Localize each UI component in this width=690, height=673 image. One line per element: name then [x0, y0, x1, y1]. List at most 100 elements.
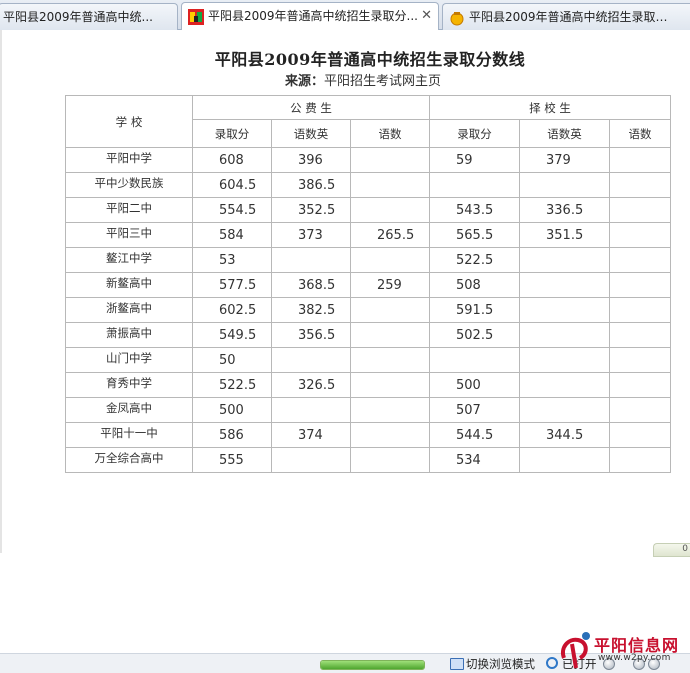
source-label: 来源： — [284, 74, 324, 89]
tab-3-title: 平阳县2009年普通高中统招生录取分... — [469, 10, 672, 24]
page-favicon-icon — [450, 12, 464, 26]
folder-icon — [450, 658, 464, 670]
column-header: 录取分 — [429, 119, 520, 148]
tab-2-active[interactable]: 平阳县2009年普通高中统招生录取分... ✕ — [181, 2, 439, 30]
score-cell — [519, 322, 610, 348]
score-cell — [609, 297, 671, 323]
table-row: 萧振高中 549.5 356.5 502.5 — [65, 322, 671, 348]
score-cell: 351.5 — [519, 222, 610, 248]
score-cell — [350, 297, 430, 323]
score-cell — [350, 347, 430, 373]
score-cell — [271, 347, 351, 373]
tab-3[interactable]: 平阳县2009年普通高中统招生录取分... — [442, 3, 690, 30]
watermark-url: www.w2py.com — [598, 653, 671, 663]
score-cell — [350, 147, 430, 173]
school-header: 学 校 — [65, 95, 193, 148]
score-cell — [350, 197, 430, 223]
score-cell: 577.5 — [192, 272, 272, 298]
score-cell — [519, 247, 610, 273]
score-cell — [271, 247, 351, 273]
score-cell — [519, 447, 610, 473]
table-row: 鳌江中学 53 522.5 — [65, 247, 671, 273]
score-cell — [609, 147, 671, 173]
score-cell: 543.5 — [429, 197, 520, 223]
score-cell — [350, 447, 430, 473]
score-cell: 59 — [429, 147, 520, 173]
page-title: 平阳县2009年普通高中统招生录取分数线 — [214, 50, 526, 69]
group-header-choice: 择 校 生 — [429, 95, 671, 120]
score-cell: 502.5 — [429, 322, 520, 348]
score-cell: 265.5 — [350, 222, 430, 248]
table-row: 浙鳌高中 602.5 382.5 591.5 — [65, 297, 671, 323]
tab-1-title: 平阳县2009年普通高中统... — [3, 10, 153, 24]
score-cell — [609, 197, 671, 223]
tab-1[interactable]: 平阳县2009年普通高中统... — [0, 3, 178, 30]
score-cell: 374 — [271, 422, 351, 448]
browse-mode-toggle[interactable]: 切换浏览模式 — [466, 657, 535, 671]
score-cell: 53 — [192, 247, 272, 273]
score-cell: 326.5 — [271, 372, 351, 398]
column-header: 语数英 — [519, 119, 610, 148]
table-row: 万全综合高中 555 534 — [65, 447, 671, 473]
school-name-cell: 万全综合高中 — [65, 447, 193, 473]
score-cell — [519, 372, 610, 398]
site-watermark-logo: 平阳信息网 www.w2py.com — [558, 628, 690, 672]
score-cell — [271, 447, 351, 473]
table-row: 平阳三中 584 373 265.5 565.5 351.5 — [65, 222, 671, 248]
table-row: 山门中学 50 — [65, 347, 671, 373]
score-cell: 534 — [429, 447, 520, 473]
score-cell: 507 — [429, 397, 520, 423]
score-cell: 500 — [429, 372, 520, 398]
admission-score-table: 学 校 公 费 生 择 校 生 录取分 语数英 语数 录取分 语数英 语数 平阳… — [65, 95, 671, 473]
source-line: 来源：平阳招生考试网主页 — [0, 70, 690, 89]
score-cell: 565.5 — [429, 222, 520, 248]
score-cell — [350, 172, 430, 198]
loading-progress-bar — [320, 660, 425, 670]
score-cell — [609, 247, 671, 273]
score-cell — [609, 447, 671, 473]
score-cell — [609, 322, 671, 348]
score-cell — [519, 172, 610, 198]
score-cell: 555 — [192, 447, 272, 473]
score-cell: 379 — [519, 147, 610, 173]
site-favicon-icon — [188, 9, 204, 25]
table-row: 平中少数民族 604.5 386.5 — [65, 172, 671, 198]
school-name-cell: 鳌江中学 — [65, 247, 193, 273]
school-name-cell: 新鳌高中 — [65, 272, 193, 298]
score-cell: 508 — [429, 272, 520, 298]
school-name-cell: 平阳十一中 — [65, 422, 193, 448]
score-cell — [519, 297, 610, 323]
score-cell: 604.5 — [192, 172, 272, 198]
score-cell — [519, 347, 610, 373]
score-cell — [271, 397, 351, 423]
score-cell: 50 — [192, 347, 272, 373]
column-header: 语数英 — [271, 119, 351, 148]
score-cell — [519, 397, 610, 423]
school-name-cell: 平阳三中 — [65, 222, 193, 248]
score-cell — [609, 372, 671, 398]
school-name-cell: 平阳中学 — [65, 147, 193, 173]
scroll-indicator[interactable]: 0 — [653, 543, 690, 557]
score-cell: 522.5 — [429, 247, 520, 273]
score-cell: 356.5 — [271, 322, 351, 348]
school-name-cell: 金凤高中 — [65, 397, 193, 423]
score-cell: 396 — [271, 147, 351, 173]
score-cell: 522.5 — [192, 372, 272, 398]
score-cell: 386.5 — [271, 172, 351, 198]
score-cell — [350, 397, 430, 423]
score-cell: 544.5 — [429, 422, 520, 448]
score-cell: 549.5 — [192, 322, 272, 348]
score-cell — [609, 222, 671, 248]
score-cell: 373 — [271, 222, 351, 248]
column-header: 语数 — [609, 119, 671, 148]
tab-2-title: 平阳县2009年普通高中统招生录取分... — [208, 9, 418, 23]
column-header: 录取分 — [192, 119, 272, 148]
source-link[interactable]: 平阳招生考试网主页 — [324, 74, 441, 89]
score-cell — [350, 247, 430, 273]
close-icon[interactable]: ✕ — [421, 3, 432, 29]
score-cell: 336.5 — [519, 197, 610, 223]
tab-bar: 平阳县2009年普通高中统... 平阳县2009年普通高中统招生录取分... ✕… — [0, 0, 690, 30]
score-cell — [350, 372, 430, 398]
score-cell — [609, 347, 671, 373]
table-row: 平阳二中 554.5 352.5 543.5 336.5 — [65, 197, 671, 223]
